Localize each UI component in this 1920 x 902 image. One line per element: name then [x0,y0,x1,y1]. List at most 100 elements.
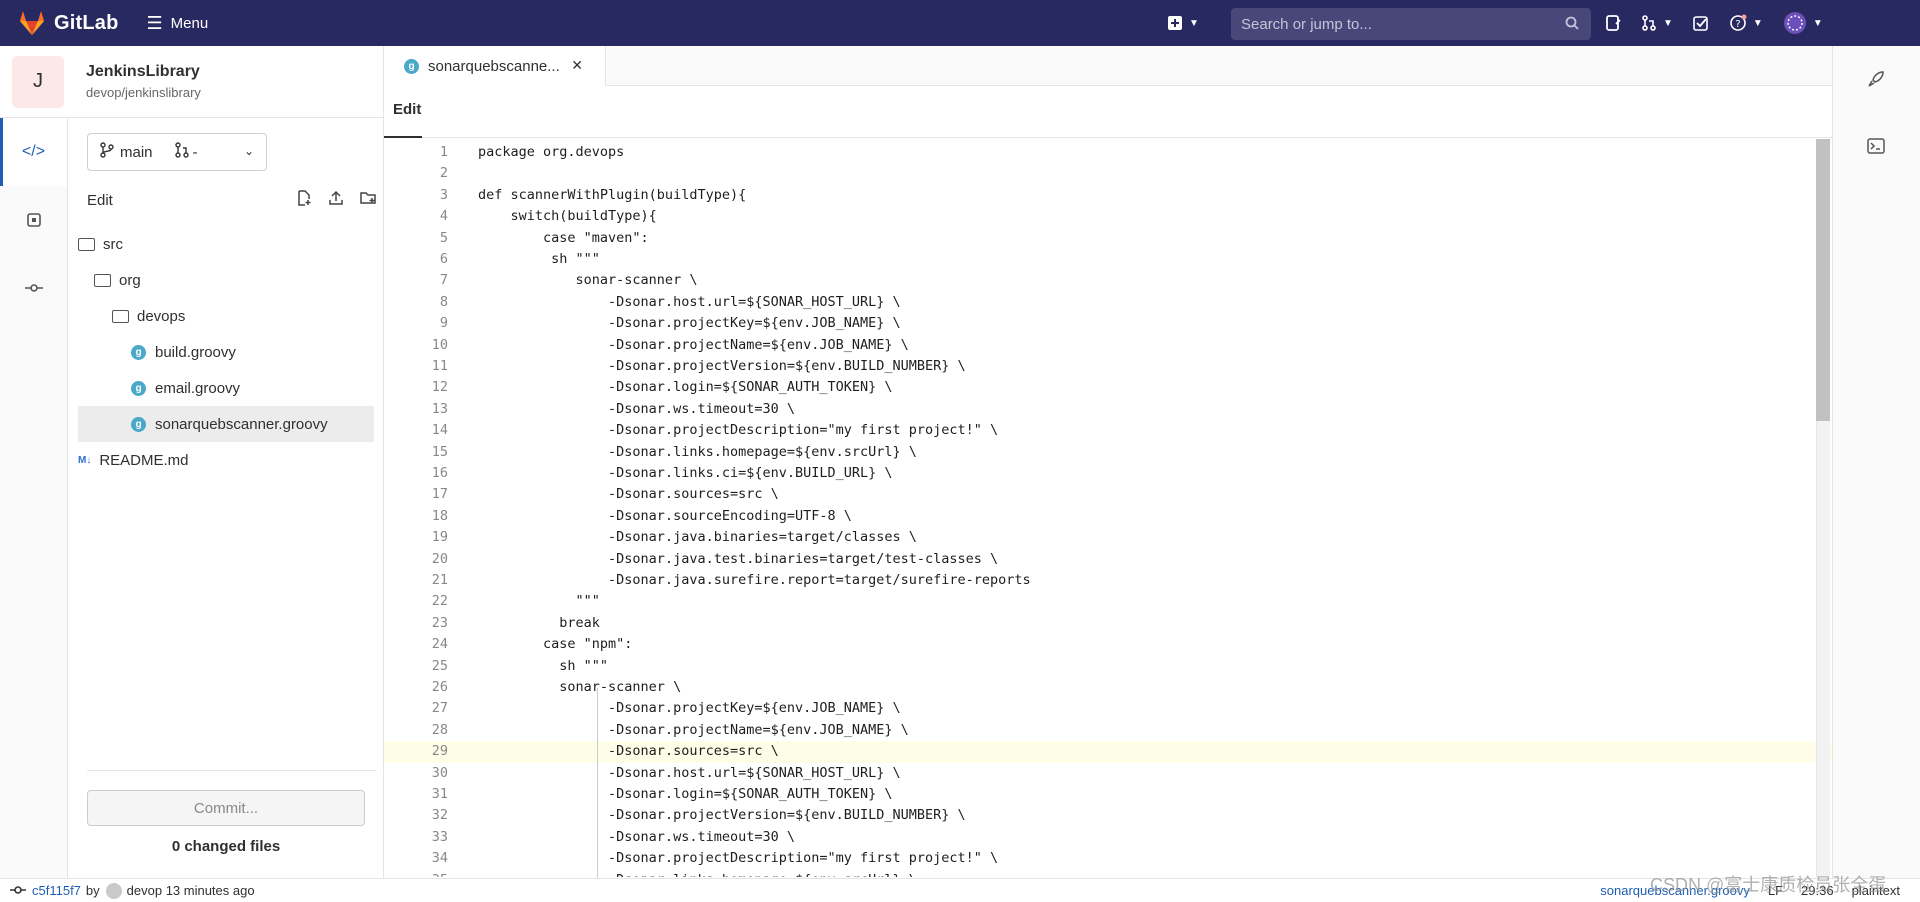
tree-item-email-groovy[interactable]: g email.groovy [78,370,374,406]
changed-files-count: 0 changed files [171,838,281,855]
rocket-icon[interactable] [1867,70,1885,93]
code-line[interactable]: 11 -Dsonar.projectVersion=${env.BUILD_NU… [384,356,1832,377]
tree-item-src[interactable]: src [78,226,374,262]
upload-icon[interactable] [328,190,344,210]
tree-toolbar: Edit [87,188,377,212]
code-line[interactable]: 5 case "maven": [384,228,1832,249]
code-line[interactable]: 22 """ [384,591,1832,612]
todos-icon[interactable] [1693,15,1709,31]
code-text: -Dsonar.projectKey=${env.JOB_NAME} \ [478,315,901,332]
code-line[interactable]: 6 sh """ [384,249,1832,270]
code-line[interactable]: 8 -Dsonar.host.url=${SONAR_HOST_URL} \ [384,292,1832,313]
editor-tabs: g sonarquebscanne... ✕ [384,46,1832,86]
code-line[interactable]: 1 package org.devops [384,142,1832,163]
code-line[interactable]: 12 -Dsonar.login=${SONAR_AUTH_TOKEN} \ [384,377,1832,398]
file-tree-panel: main - ⌄ Edit src org devops g build.gro… [68,118,384,878]
code-line[interactable]: 15 -Dsonar.links.homepage=${env.srcUrl} … [384,442,1832,463]
user-menu-dropdown[interactable]: ▼ [1783,11,1823,35]
issues-icon[interactable] [1605,15,1621,31]
code-line[interactable]: 4 switch(buildType){ [384,206,1832,227]
line-number: 24 [431,636,448,653]
project-name[interactable]: JenkinsLibrary [86,63,201,81]
code-editor[interactable]: 1 package org.devops 2 3 def scannerWithPlug… [384,139,1832,877]
code-text: switch(buildType){ [478,208,657,225]
tab-sonarquebscanner[interactable]: g sonarquebscanne... ✕ [384,46,606,86]
code-line[interactable]: 13 -Dsonar.ws.timeout=30 \ [384,399,1832,420]
code-line[interactable]: 30 -Dsonar.host.url=${SONAR_HOST_URL} \ [384,763,1832,784]
code-line[interactable]: 35 -Dsonar.links.homepage=${env.srcUrl} … [384,870,1832,877]
editor-mode-tab[interactable]: Edit [384,86,1832,138]
new-file-icon[interactable] [296,190,312,210]
terminal-icon[interactable] [1867,138,1885,159]
line-number: 23 [431,614,448,631]
code-line[interactable]: 32 -Dsonar.projectVersion=${env.BUILD_NU… [384,805,1832,826]
gitlab-logo[interactable]: GitLab [18,10,119,36]
commit-mode-button[interactable] [0,254,67,322]
hamburger-icon: ☰ [146,13,163,33]
tree-item-org[interactable]: org [78,262,374,298]
search-box[interactable] [1231,8,1591,40]
line-number: 13 [431,400,448,417]
code-line[interactable]: 24 case "npm": [384,634,1832,655]
code-line[interactable]: 10 -Dsonar.projectName=${env.JOB_NAME} \ [384,335,1832,356]
code-line[interactable]: 19 -Dsonar.java.binaries=target/classes … [384,527,1832,548]
code-line[interactable]: 2 [384,163,1832,184]
code-line[interactable]: 28 -Dsonar.projectName=${env.JOB_NAME} \ [384,720,1832,741]
code-line[interactable]: 20 -Dsonar.java.test.binaries=target/tes… [384,549,1832,570]
code-line[interactable]: 14 -Dsonar.projectDescription="my first … [384,420,1832,441]
code-line[interactable]: 21 -Dsonar.java.surefire.report=target/s… [384,570,1832,591]
menu-button[interactable]: ☰ Menu [147,14,209,32]
line-number: 19 [431,529,448,546]
tree-item-build-groovy[interactable]: g build.groovy [78,334,374,370]
svg-text:?: ? [1735,19,1740,30]
project-header: J JenkinsLibrary devop/jenkinslibrary [0,46,384,118]
code-line[interactable]: 25 sh """ [384,656,1832,677]
merge-requests-dropdown[interactable]: ▼ [1641,15,1673,31]
code-text: case "npm": [478,636,633,653]
line-number: 7 [439,272,448,289]
line-number: 26 [431,679,448,695]
code-text: -Dsonar.projectDescription="my first pro… [478,422,999,439]
watermark: CSDN @富士康质检员张全蛋 [1650,875,1887,895]
code-line[interactable]: 34 -Dsonar.projectDescription="my first … [384,848,1832,869]
code-line[interactable]: 31 -Dsonar.login=${SONAR_AUTH_TOKEN} \ [384,784,1832,805]
tree-item-sonarquebscanner-groovy[interactable]: g sonarquebscanner.groovy [78,406,374,442]
commit-button[interactable]: Commit... [87,790,365,826]
line-number: 34 [431,850,448,867]
code-line[interactable]: 3 def scannerWithPlugin(buildType){ [384,185,1832,206]
code-text: break [478,614,600,631]
help-dropdown[interactable]: ? ▼ [1729,14,1763,32]
code-line[interactable]: 9 -Dsonar.projectKey=${env.JOB_NAME} \ [384,313,1832,334]
project-avatar[interactable]: J [12,55,64,108]
edit-mode-button[interactable]: </> [0,118,67,186]
code-line[interactable]: 16 -Dsonar.links.ci=${env.BUILD_URL} \ [384,463,1832,484]
tree-item-readme[interactable]: M↓ README.md [78,442,374,478]
code-line[interactable]: 18 -Dsonar.sourceEncoding=UTF-8 \ [384,506,1832,527]
folder-icon [78,237,95,251]
code-line[interactable]: 7 sonar-scanner \ [384,270,1832,291]
tree-item-devops[interactable]: devops [78,298,374,334]
code-text: sh """ [478,657,609,674]
new-folder-icon[interactable] [360,190,377,210]
editor-scrollbar-thumb[interactable] [1816,139,1830,421]
commit-author-time: devop 13 minutes ago [126,883,255,898]
code-line[interactable]: 27 -Dsonar.projectKey=${env.JOB_NAME} \ [384,698,1832,719]
close-icon[interactable]: ✕ [571,57,583,74]
branch-selector[interactable]: main - ⌄ [87,133,267,171]
code-line[interactable]: 17 -Dsonar.sources=src \ [384,484,1832,505]
merge-request-icon [174,142,189,162]
tree-item-label: build.groovy [155,343,236,361]
code-line[interactable]: 23 break [384,613,1832,634]
code-line[interactable]: 26 sonar-scanner \ [384,677,1832,698]
search-input[interactable] [1241,15,1561,33]
code-line[interactable]: 29 -Dsonar.sources=src \ [384,741,1832,763]
merge-request-value: - [192,143,198,161]
commit-sha-link[interactable]: c5f115f7 [32,883,81,898]
user-avatar-icon [1783,12,1806,34]
code-text: sonar-scanner \ [478,272,698,289]
code-text: -Dsonar.ws.timeout=30 \ [478,400,795,417]
create-new-dropdown[interactable]: ▼ [1167,0,1219,46]
review-mode-button[interactable] [0,186,67,254]
code-text: -Dsonar.sources=src \ [478,743,779,760]
code-line[interactable]: 33 -Dsonar.ws.timeout=30 \ [384,827,1832,848]
